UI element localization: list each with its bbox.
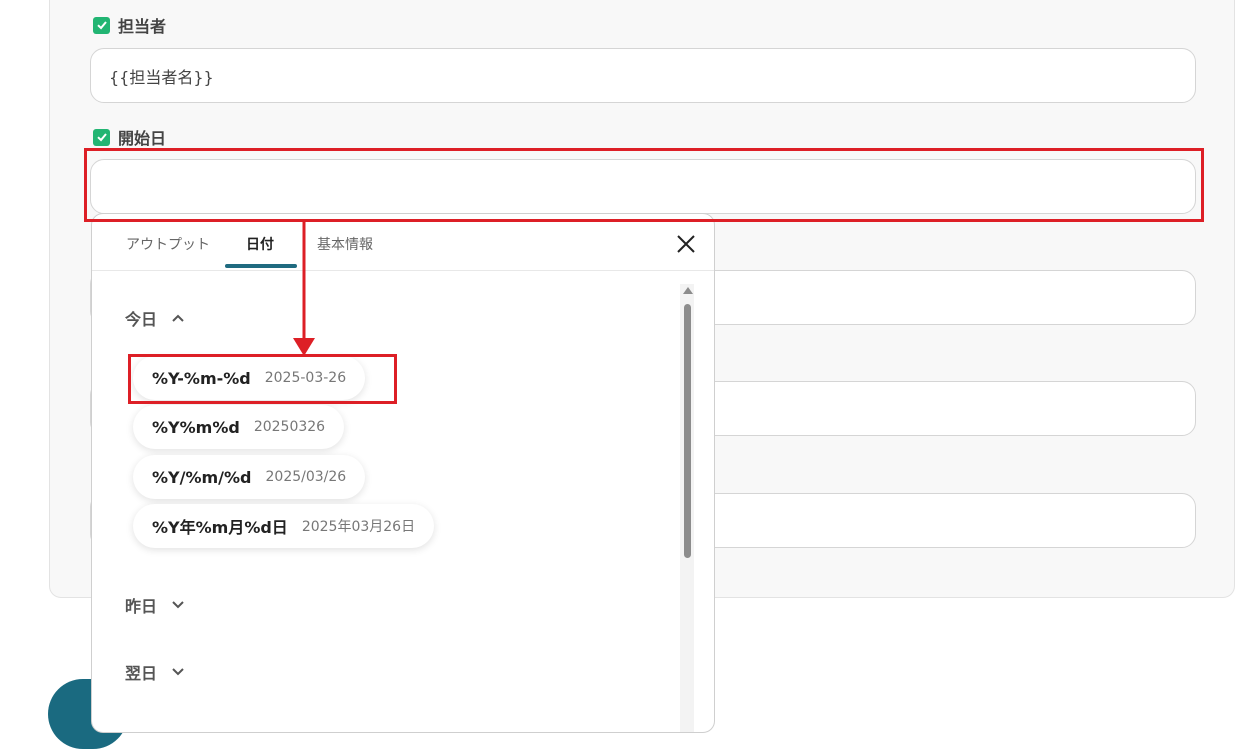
field-label-assignee: 担当者 [93,13,166,37]
scroll-up-arrow-icon[interactable] [683,287,693,294]
date-format: %Y/%m/%d [152,467,252,487]
checkbox-checked-icon[interactable] [93,128,110,146]
section-tomorrow[interactable]: 翌日 [125,660,185,684]
chevron-up-icon [172,314,184,322]
assignee-input[interactable]: {{担当者名}} [90,48,1196,103]
section-yesterday-title: 昨日 [125,597,158,616]
date-example: 2025/03/26 [265,469,347,485]
section-tomorrow-title: 翌日 [125,664,158,683]
scrollbar-thumb[interactable] [684,304,691,558]
variable-picker-popup: アウトプット 日付 基本情報 今日 %Y-%m-%d 2025-03-26 %Y… [91,213,715,733]
section-today-title: 今日 [125,310,158,329]
tab-date[interactable]: 日付 [246,234,274,254]
chevron-down-icon [172,668,184,676]
highlight-box-input [84,148,1204,222]
date-format: %Y%m%d [152,417,240,437]
tab-basic-info[interactable]: 基本情報 [317,234,373,254]
date-format-chip[interactable]: %Y/%m/%d 2025/03/26 [133,455,366,499]
date-format-chip[interactable]: %Y%m%d 20250326 [133,405,345,449]
tab-bar: アウトプット 日付 基本情報 [92,214,714,271]
checkbox-checked-icon[interactable] [93,16,110,34]
tab-output[interactable]: アウトプット [126,234,210,254]
date-example: 2025年03月26日 [301,519,416,535]
field-label-text: 開始日 [118,129,167,148]
date-format-chip[interactable]: %Y年%m月%d日 2025年03月26日 [133,504,435,548]
section-today[interactable]: 今日 [125,306,185,330]
field-label-start-date: 開始日 [93,125,166,149]
active-tab-indicator [225,264,297,268]
field-label-text: 担当者 [118,17,167,36]
date-format: %Y年%m月%d日 [152,518,288,537]
chevron-down-icon [172,601,184,609]
date-example: 20250326 [253,419,326,435]
highlight-box-chip [128,354,397,404]
close-icon[interactable] [674,232,698,256]
section-yesterday[interactable]: 昨日 [125,593,185,617]
